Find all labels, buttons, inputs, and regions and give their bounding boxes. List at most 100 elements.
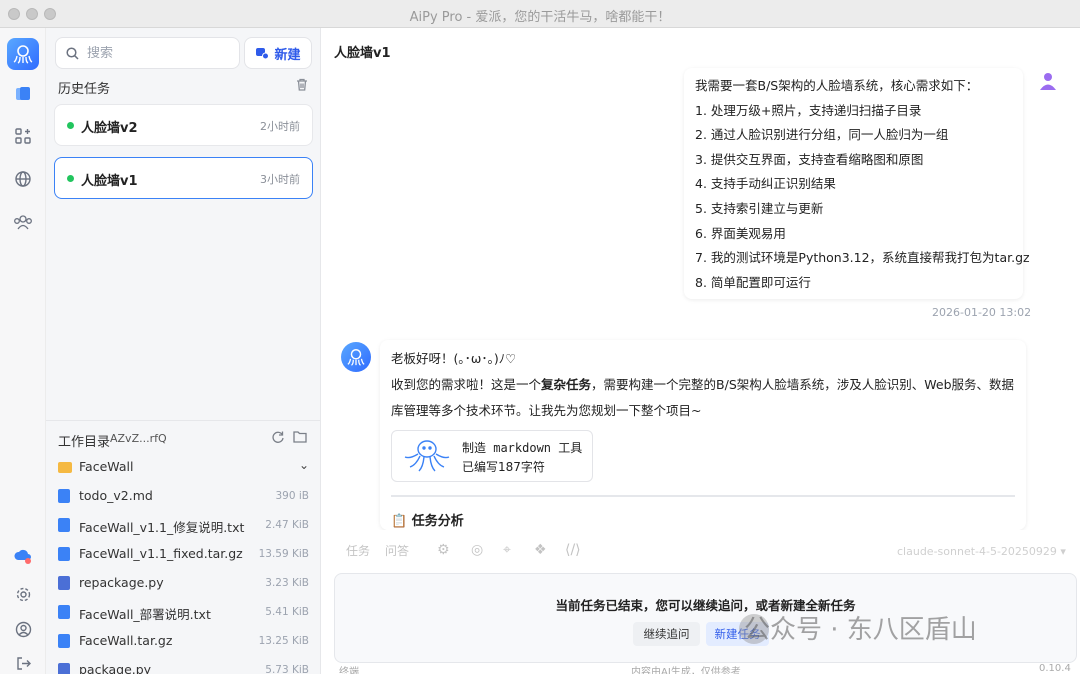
assistant-text: 库管理等多个技术环节。让我先为您规划一下整个项目~ <box>391 403 702 418</box>
file-row[interactable]: FaceWall_部署说明.txt 5.41 KiB <box>46 598 321 627</box>
open-folder-icon[interactable] <box>293 430 307 447</box>
location-icon[interactable]: ⌖ <box>503 542 511 558</box>
analysis-heading-text: 任务分析 <box>411 514 464 529</box>
plugin-icon[interactable]: ❖ <box>534 542 547 558</box>
tab-qa[interactable]: 问答 <box>385 542 409 559</box>
status-dot <box>67 122 74 129</box>
user-message-line: 6. 界面美观易用 <box>695 225 786 241</box>
history-title: 历史任务 <box>58 82 111 97</box>
message-timestamp: 2026-01-20 13:02 <box>932 306 1032 319</box>
divider <box>391 495 1015 497</box>
new-task-button[interactable]: 新建 <box>244 37 312 69</box>
task-item[interactable]: 人脸墙v2 2小时前 <box>54 104 313 146</box>
task-time: 2小时前 <box>260 120 300 133</box>
continue-ask-button[interactable]: 继续追问 <box>633 622 700 646</box>
document-icon <box>58 634 70 648</box>
file-name: FaceWall_v1.1_fixed.tar.gz <box>79 546 243 561</box>
file-name: repackage.py <box>79 575 164 590</box>
document-icon <box>58 547 70 561</box>
workdir-header: 工作目录 AZvZ...rfQ <box>46 420 321 456</box>
trash-icon[interactable] <box>296 78 308 95</box>
assistant-greeting: 老板好呀！(｡･ω･｡)ﾉ♡ <box>391 351 517 366</box>
assistant-paragraph: 收到您的需求啦！这是一个复杂任务，需要构建一个完整的B/S架构人脸墙系统，涉及人… <box>391 372 1015 424</box>
assistant-avatar-icon <box>341 342 371 372</box>
status-dot <box>67 175 74 182</box>
search-input[interactable] <box>87 45 227 61</box>
file-size: 13.25 KiB <box>258 635 309 647</box>
file-row[interactable]: package.py 5.73 KiB <box>46 656 321 674</box>
refresh-icon[interactable] <box>271 430 285 448</box>
account-icon[interactable] <box>9 615 37 643</box>
user-message-line: 1. 处理万级+照片，支持递归扫描子目录 <box>695 102 922 118</box>
assistant-bold-text: 复杂任务 <box>541 377 592 392</box>
file-row[interactable]: FaceWall_v1.1_修复说明.txt 2.47 KiB <box>46 511 321 540</box>
python-file-icon <box>58 576 70 590</box>
tasks-nav-icon[interactable] <box>9 80 37 108</box>
cloud-upload-icon[interactable] <box>9 542 37 570</box>
app-logo-icon <box>7 38 39 70</box>
icon-rail <box>0 28 46 674</box>
file-size: 3.23 KiB <box>265 577 309 589</box>
file-row[interactable]: todo_v2.md 390 iB <box>46 482 321 511</box>
search-box[interactable] <box>55 37 240 69</box>
file-row[interactable]: FaceWall.tar.gz 13.25 KiB <box>46 627 321 656</box>
workdir-label: 工作目录 <box>58 435 111 450</box>
task-item-active[interactable]: 人脸墙v1 3小时前 <box>54 157 313 199</box>
user-message-line: 我需要一套B/S架构的人脸墙系统，核心需求如下： <box>695 78 979 93</box>
file-row[interactable]: repackage.py 3.23 KiB <box>46 569 321 598</box>
globe-icon[interactable]: ◎ <box>471 542 483 558</box>
file-row-folder[interactable]: FaceWall ⌄ <box>46 453 321 482</box>
search-icon <box>66 46 79 60</box>
assistant-message-bubble: 老板好呀！(｡･ω･｡)ﾉ♡ 收到您的需求啦！这是一个复杂任务，需要构建一个完整… <box>380 340 1026 530</box>
watermark-text: 公众号 · 东八区盾山 <box>744 615 977 645</box>
task-time: 3小时前 <box>260 173 300 186</box>
user-message-line: 7. 我的测试环境是Python3.12，系统直接帮我打包为tar.gz <box>695 250 1030 266</box>
tab-task[interactable]: 任务 <box>346 542 370 559</box>
document-icon <box>58 489 70 503</box>
new-chat-icon <box>256 48 270 60</box>
file-name: FaceWall.tar.gz <box>79 633 173 648</box>
file-name: FaceWall_v1.1_修复说明.txt <box>79 520 245 535</box>
user-message-line: 4. 支持手动纠正识别结果 <box>695 176 836 192</box>
file-name: FaceWall <box>79 459 134 474</box>
footer-row: 终端 内容由AI生成，仅供参考 0.10.4 <box>321 663 1080 674</box>
settings-gear-icon[interactable] <box>9 580 37 608</box>
workdir-id: AZvZ...rfQ <box>110 432 167 445</box>
file-size: 2.47 KiB <box>265 519 309 531</box>
tool-card-title: 制造 markdown 工具 <box>462 441 583 455</box>
new-task-label: 新建 <box>274 47 301 63</box>
user-message-bubble: 我需要一套B/S架构的人脸墙系统，核心需求如下： 1. 处理万级+照片，支持递归… <box>684 68 1030 299</box>
file-size: 13.59 KiB <box>258 548 309 560</box>
window-title: AiPy Pro - 爱派，您的干活牛马，啥都能干！ <box>409 10 671 25</box>
model-selector[interactable]: claude-sonnet-4-5-20250929 ▾ <box>889 539 1069 565</box>
file-size: 390 iB <box>275 490 310 502</box>
input-toolbar: 任务 问答 ⚙ ◎ ⌖ ❖ ⟨/⟩ claude-sonnet-4-5-2025… <box>321 530 1080 572</box>
globe-nav-icon[interactable] <box>9 165 37 193</box>
user-avatar-icon <box>1037 70 1059 92</box>
logout-icon[interactable] <box>9 649 37 674</box>
user-message-line: 5. 支持索引建立与更新 <box>695 200 824 216</box>
tool-card-subtitle: 已编写187字符 <box>462 460 545 474</box>
code-icon[interactable]: ⟨/⟩ <box>565 542 581 558</box>
title-bar: AiPy Pro - 爱派，您的干活牛马，啥都能干！ <box>0 0 1080 28</box>
bottom-panel: 任务 问答 ⚙ ◎ ⌖ ❖ ⟨/⟩ claude-sonnet-4-5-2025… <box>321 530 1080 674</box>
file-row[interactable]: FaceWall_v1.1_fixed.tar.gz 13.59 KiB <box>46 540 321 569</box>
tool-card[interactable]: 制造 markdown 工具 已编写187字符 <box>391 430 593 482</box>
user-message-line: 3. 提供交互界面，支持查看缩略图和原图 <box>695 151 924 167</box>
file-name: todo_v2.md <box>79 488 153 503</box>
ai-disclaimer: 内容由AI生成，仅供参考 <box>631 667 741 674</box>
clipboard-icon: 📋 <box>391 514 408 529</box>
tool-icon-1[interactable]: ⚙ <box>437 542 450 558</box>
assistant-text: ，需要构建一个完整的B/S架构人脸墙系统，涉及人脸识别、Web服务、数据 <box>591 377 1015 392</box>
user-message-line: 8. 简单配置即可运行 <box>695 274 811 290</box>
apps-nav-icon[interactable] <box>9 122 37 150</box>
community-nav-icon[interactable] <box>9 208 37 236</box>
document-icon <box>58 518 70 532</box>
terminal-label[interactable]: 终端 <box>339 663 359 674</box>
file-name: package.py <box>79 662 152 674</box>
chevron-down-icon[interactable]: ⌄ <box>299 458 309 472</box>
file-size: 5.41 KiB <box>265 606 309 618</box>
task-name: 人脸墙v2 <box>81 121 138 136</box>
task-name: 人脸墙v1 <box>81 174 138 189</box>
python-file-icon <box>58 663 70 674</box>
